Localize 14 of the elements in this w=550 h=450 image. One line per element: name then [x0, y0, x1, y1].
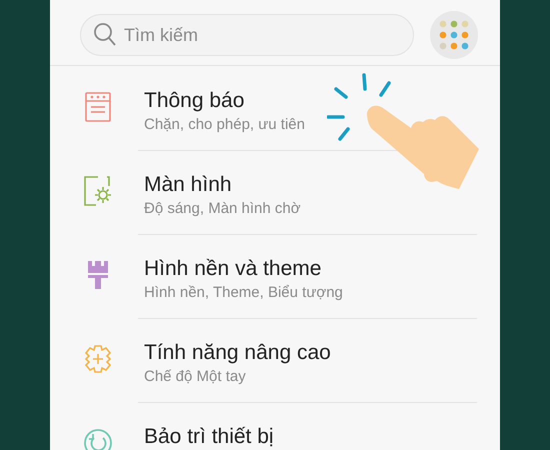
setting-title[interactable]: Thông báo — [144, 88, 305, 114]
setting-title[interactable]: Hình nền và theme — [144, 256, 343, 282]
setting-title[interactable]: Bảo trì thiết bị — [144, 424, 274, 450]
notification-icon — [85, 92, 111, 122]
setting-description: Hình nền, Theme, Biểu tượng — [144, 283, 343, 303]
display-brightness-icon — [84, 176, 112, 206]
setting-title[interactable]: Tính năng nâng cao — [144, 340, 331, 366]
gear-plus-icon — [83, 344, 113, 374]
setting-description: Chặn, cho phép, ưu tiên — [144, 115, 305, 135]
search-field[interactable]: Tìm kiếm — [80, 14, 414, 56]
setting-title[interactable]: Màn hình — [144, 172, 301, 198]
setting-description: Chế độ Một tay — [144, 367, 247, 387]
setting-description: Độ sáng, Màn hình chờ — [144, 199, 301, 219]
paint-brush-icon — [87, 260, 109, 290]
